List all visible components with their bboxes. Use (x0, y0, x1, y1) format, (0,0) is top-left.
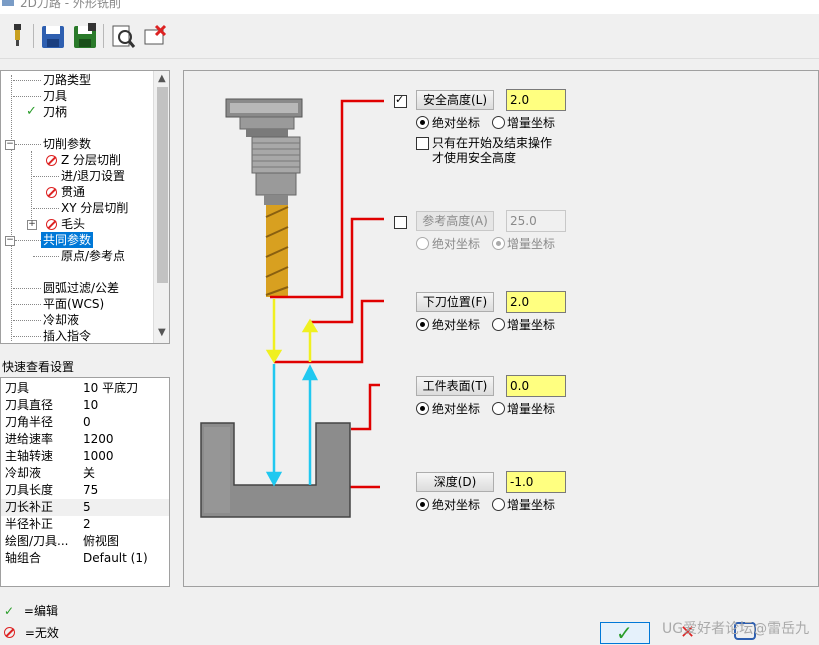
app-icon (2, 0, 14, 6)
collapse-icon[interactable]: − (5, 140, 15, 150)
feed-plane-button[interactable]: 下刀位置(F) (416, 292, 494, 312)
clearance-input[interactable]: 2.0 (506, 89, 566, 111)
preview-icon[interactable] (110, 22, 136, 50)
quick-view-row: 进给速率 1200 (5, 432, 114, 446)
disabled-icon (46, 219, 57, 230)
check-icon: ✓ (616, 621, 633, 645)
disabled-icon (4, 627, 15, 638)
title-bar: 2D刀路 - 外形铣削 (0, 0, 819, 14)
quick-view-row: 刀长补正 5 (1, 499, 169, 516)
linking-params-panel: 安全高度(L) 2.0 绝对坐标 增量坐标 只有在开始及结束操作 才使用安全高度… (183, 70, 819, 587)
toolbar-separator (103, 24, 104, 48)
parameter-tree[interactable]: 刀路类型 刀具 ✓ 刀柄 − 切削参数 Z 分层切削 进/退刀设置 贯通 XY 分层… (0, 70, 170, 344)
expand-icon[interactable]: + (27, 220, 37, 230)
tool-icon[interactable] (4, 22, 30, 50)
collapse-icon[interactable]: − (5, 236, 15, 246)
toolbar-separator (33, 24, 34, 48)
window-title: 2D刀路 - 外形铣削 (20, 0, 121, 10)
top-of-stock-button[interactable]: 工件表面(T) (416, 376, 494, 396)
save-icon[interactable] (40, 22, 66, 50)
feed-plane-inc-radio[interactable] (492, 318, 505, 331)
quick-view-row: 半径补正 2 (5, 517, 91, 531)
clearance-abs-radio[interactable] (416, 116, 429, 129)
quick-view-row: 轴组合 Default (1) (5, 551, 148, 565)
quick-view-row: 刀具直径 10 (5, 398, 99, 412)
quick-view-row: 刀具长度 75 (5, 483, 99, 497)
top-of-stock-inc-radio[interactable] (492, 402, 505, 415)
retract-inc-radio[interactable] (492, 237, 505, 250)
depth-abs-radio[interactable] (416, 498, 429, 511)
clear-icon[interactable] (142, 22, 168, 50)
disabled-icon (46, 187, 57, 198)
feed-plane-abs-label: 绝对坐标 (432, 318, 481, 332)
clearance-checkbox[interactable] (394, 93, 407, 108)
tree-scrollbar[interactable]: ▲ ▼ (153, 71, 169, 343)
retract-checkbox[interactable] (394, 216, 407, 229)
retract-inc-label: 增量坐标 (507, 237, 556, 251)
scroll-up-icon[interactable]: ▲ (158, 73, 166, 84)
depth-abs-label: 绝对坐标 (432, 498, 481, 512)
retract-button[interactable]: 参考高度(A) (416, 211, 494, 231)
clearance-abs-label: 绝对坐标 (432, 116, 481, 130)
retract-abs-label: 绝对坐标 (432, 237, 481, 251)
quick-view-row: 绘图/刀具... 俯视图 (5, 534, 120, 548)
legend-disabled: =无效 (4, 624, 59, 641)
quick-view-table: 刀具 10 平底刀 刀具直径 10 刀角半径 0 进给速率 1200 主轴转速 1000 … (0, 377, 170, 587)
tree-line (11, 75, 12, 341)
watermark: UG爱好者论坛@雷岳九 (662, 621, 810, 637)
scroll-thumb[interactable] (157, 87, 168, 283)
depth-inc-label: 增量坐标 (507, 498, 556, 512)
depth-button[interactable]: 深度(D) (416, 472, 494, 492)
ok-button[interactable]: ✓ (600, 621, 650, 645)
quick-view-row: 刀具 10 平底刀 (5, 381, 139, 395)
check-icon: ✓ (26, 104, 37, 119)
depth-input[interactable]: -1.0 (506, 471, 566, 493)
save-all-icon[interactable] (72, 22, 98, 50)
quick-view-title: 快速查看设置 (2, 360, 75, 374)
clearance-button[interactable]: 安全高度(L) (416, 90, 494, 110)
top-of-stock-inc-label: 增量坐标 (507, 402, 556, 416)
check-icon: ✓ (4, 604, 15, 618)
retract-abs-radio[interactable] (416, 237, 429, 250)
only-start-end-checkbox[interactable] (416, 137, 429, 150)
feed-plane-abs-radio[interactable] (416, 318, 429, 331)
scroll-down-icon[interactable]: ▼ (158, 327, 166, 338)
only-start-end-label-2: 才使用安全高度 (432, 151, 517, 165)
top-of-stock-abs-radio[interactable] (416, 402, 429, 415)
quick-view-row: 主轴转速 1000 (5, 449, 114, 463)
quick-view-row: 冷却液关 (5, 466, 96, 480)
depth-inc-radio[interactable] (492, 498, 505, 511)
toolbar (0, 14, 819, 59)
feed-plane-input[interactable]: 2.0 (506, 291, 566, 313)
legend-edited: ✓ =编辑 (4, 604, 58, 618)
quick-view-row: 刀角半径 0 (5, 415, 91, 429)
retract-input[interactable]: 25.0 (506, 210, 566, 232)
top-of-stock-input[interactable]: 0.0 (506, 375, 566, 397)
tree-line (31, 151, 32, 229)
clearance-inc-radio[interactable] (492, 116, 505, 129)
feed-plane-inc-label: 增量坐标 (507, 318, 556, 332)
top-of-stock-abs-label: 绝对坐标 (432, 402, 481, 416)
clearance-inc-label: 增量坐标 (507, 116, 556, 130)
disabled-icon (46, 155, 57, 166)
